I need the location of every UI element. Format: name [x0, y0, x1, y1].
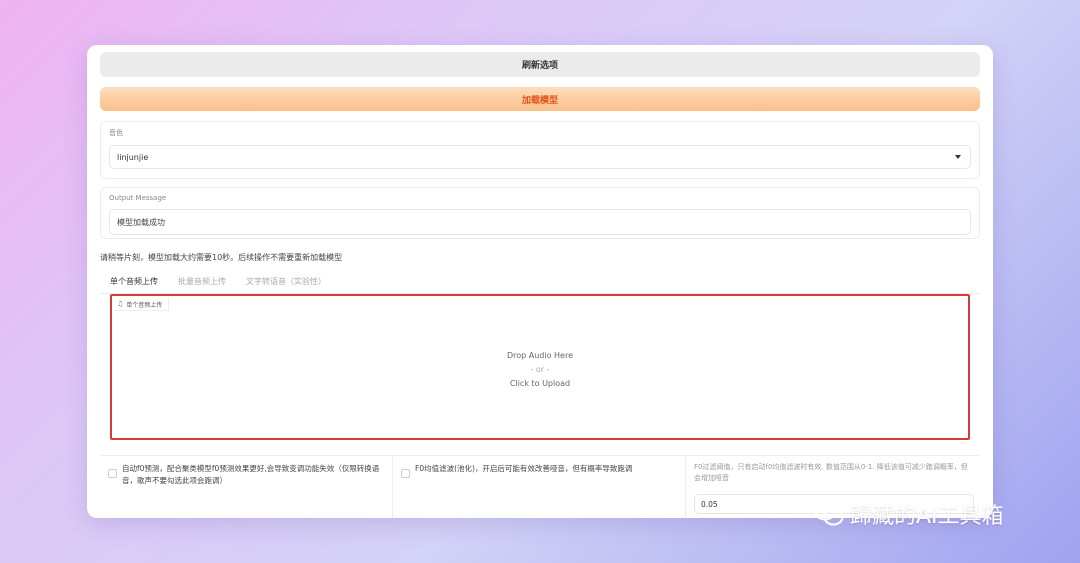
f0-filter-label: F0均值滤波(池化)，开启后可能有效改善哑音，但有概率导致跑调 [415, 464, 633, 473]
output-message-field[interactable]: 模型加载成功 [109, 209, 971, 235]
tab-text-to-speech[interactable]: 文字转语音（实验性） [246, 276, 326, 287]
audio-drop-zone[interactable]: ♫ 单个音频上传 Drop Audio Here - or - Click to… [110, 294, 970, 440]
f0-threshold-value: 0.05 [701, 499, 718, 509]
watermark: 歸藏的AI工具箱 [814, 498, 1004, 530]
voice-dropdown[interactable]: linjunjie [109, 145, 971, 169]
tab-batch-upload[interactable]: 批量音频上传 [178, 276, 226, 287]
auto-f0-checkbox[interactable] [108, 469, 117, 478]
upload-tabs: 单个音频上传 批量音频上传 文字转语音（实验性） [110, 276, 326, 287]
chevron-down-icon [955, 155, 961, 159]
watermark-text: 歸藏的AI工具箱 [850, 504, 1004, 529]
output-message-value: 模型加载成功 [117, 217, 165, 227]
auto-f0-label: 自动f0预测，配合聚类模型f0预测效果更好,会导致变调功能失效（仅限转换语音，歌… [122, 464, 380, 485]
f0-filter-checkbox[interactable] [401, 469, 410, 478]
voice-selected-value: linjunjie [117, 152, 149, 162]
output-message-label: Output Message [109, 194, 167, 202]
loading-notice: 请稍等片刻，模型加载大约需要10秒。后续操作不需要重新加载模型 [100, 253, 343, 262]
tab-single-upload[interactable]: 单个音频上传 [110, 276, 158, 287]
f0-filter-option: F0均值滤波(池化)，开启后可能有效改善哑音，但有概率导致跑调 [393, 456, 686, 518]
wechat-icon [814, 501, 844, 527]
music-note-icon: ♫ [117, 300, 124, 308]
drop-zone-tag-label: 单个音频上传 [126, 301, 163, 309]
auto-f0-option: 自动f0预测，配合聚类模型f0预测效果更好,会导致变调功能失效（仅限转换语音，歌… [100, 456, 393, 518]
or-separator: - or - [530, 365, 550, 374]
drop-audio-text: Drop Audio Here [506, 351, 574, 360]
drop-zone-instructions: Drop Audio Here - or - Click to Upload [112, 349, 968, 391]
output-message-panel: Output Message 模型加载成功 [100, 187, 980, 239]
drop-zone-tag: ♫ 单个音频上传 [114, 298, 170, 311]
refresh-options-button[interactable]: 刷新选项 [100, 52, 980, 77]
click-to-upload-text: Click to Upload [509, 379, 571, 388]
voice-label: 音色 [109, 129, 123, 137]
load-model-button[interactable]: 加载模型 [100, 87, 980, 111]
f0-threshold-label: F0过滤阈值，只有启动f0均值滤波时有效. 数值范围从0-1. 降低该值可减少跑… [694, 463, 968, 482]
voice-panel: 音色 linjunjie [100, 121, 980, 179]
app-window: 刷新选项 加载模型 音色 linjunjie Output Message 模型… [87, 45, 993, 518]
